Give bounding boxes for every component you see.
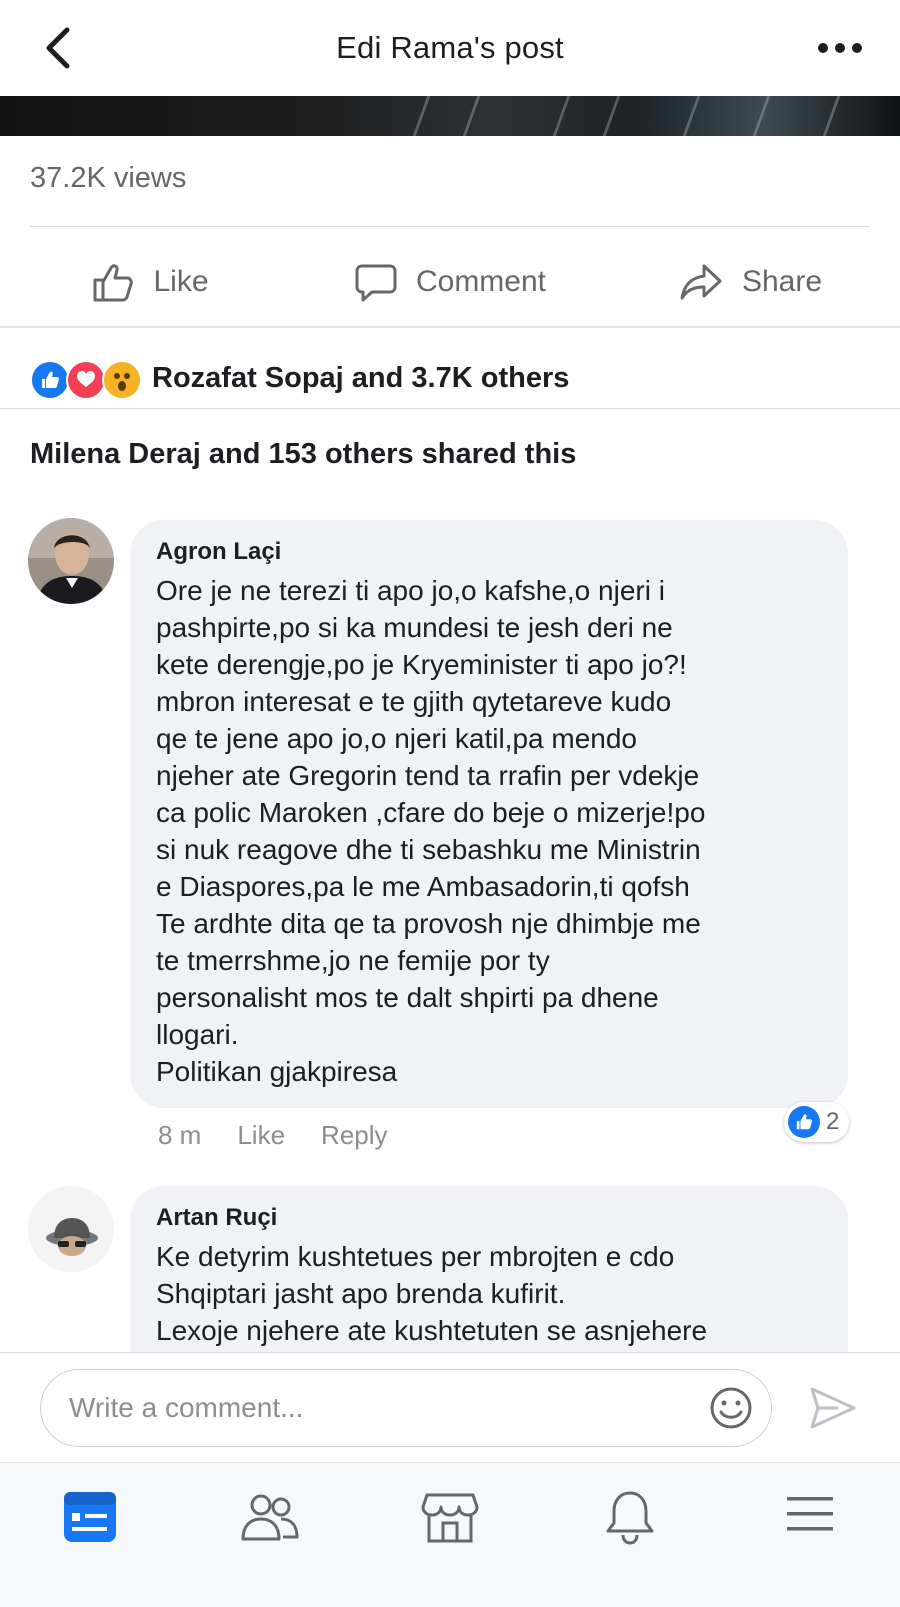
nav-item-marketplace[interactable] — [360, 1463, 540, 1607]
dot — [818, 43, 828, 53]
comment-input[interactable] — [67, 1391, 671, 1425]
more-options-button[interactable] — [808, 30, 872, 66]
divider — [0, 408, 900, 409]
like-icon — [788, 1106, 820, 1138]
comment-composer-bar — [0, 1352, 900, 1463]
like-label: Like — [153, 265, 209, 298]
avatar[interactable] — [28, 518, 114, 604]
top-bar: Edi Rama's post — [0, 0, 900, 96]
send-icon[interactable] — [808, 1385, 858, 1431]
love-icon — [66, 360, 106, 400]
comment-reaction-badge[interactable]: 2 — [784, 1102, 850, 1142]
view-count: 37.2K views — [30, 162, 187, 194]
comment-bubble: Agron Laçi Ore je ne terezi ti apo jo,o … — [130, 520, 848, 1108]
dot — [835, 43, 845, 53]
avatar[interactable] — [28, 1186, 114, 1272]
reactions-summary[interactable]: Rozafat Sopaj and 3.7K others — [30, 350, 569, 406]
post-actions: Like Comment Share — [0, 236, 900, 328]
comment-icon — [355, 264, 397, 302]
share-button[interactable]: Share — [600, 236, 900, 328]
comment-text: Ore je ne terezi ti apo jo,o kafshe,o nj… — [156, 575, 706, 1087]
friends-icon — [241, 1494, 299, 1541]
video-preview[interactable] — [0, 96, 900, 136]
comment-label: Comment — [415, 265, 547, 298]
nav-item-menu[interactable] — [720, 1463, 900, 1607]
comment-composer — [40, 1369, 772, 1447]
page-title: Edi Rama's post — [336, 30, 564, 65]
nav-item-friends[interactable] — [180, 1463, 360, 1607]
bottom-navigation — [0, 1462, 900, 1607]
marketplace-icon — [421, 1493, 479, 1543]
reaction-icons — [30, 358, 148, 400]
comment-button[interactable]: Comment — [300, 236, 600, 328]
menu-icon — [787, 1497, 833, 1531]
share-label: Share — [741, 265, 823, 298]
bell-icon — [606, 1491, 654, 1545]
comment-author[interactable]: Artan Ruçi — [156, 1204, 822, 1232]
comment-author[interactable]: Agron Laçi — [156, 538, 822, 566]
like-icon — [30, 360, 70, 400]
comment-like-link[interactable]: Like — [237, 1120, 285, 1151]
wow-icon — [102, 360, 142, 400]
divider — [0, 326, 900, 328]
comment-text: Ke detyrim kushtetues per mbrojten e cdo… — [156, 1241, 708, 1346]
news-feed-icon — [64, 1492, 116, 1542]
comment-time: 8 m — [158, 1120, 202, 1150]
reaction-count: 2 — [826, 1108, 840, 1135]
nav-item-news-feed[interactable] — [0, 1463, 180, 1607]
comment-reply-link[interactable]: Reply — [321, 1120, 387, 1151]
like-button[interactable]: Like — [0, 236, 300, 328]
chevron-left-icon — [46, 27, 70, 69]
share-icon — [680, 264, 722, 300]
divider — [30, 226, 870, 227]
comment-meta: 8 m Like Reply — [158, 1120, 388, 1151]
nav-item-notifications[interactable] — [540, 1463, 720, 1607]
thumbs-up-icon — [93, 264, 134, 302]
reactions-text: Rozafat Sopaj and 3.7K others — [152, 361, 570, 394]
dot — [852, 43, 862, 53]
shares-summary[interactable]: Milena Deraj and 153 others shared this — [30, 438, 576, 471]
emoji-icon[interactable] — [707, 1384, 755, 1432]
back-button[interactable] — [38, 24, 78, 72]
